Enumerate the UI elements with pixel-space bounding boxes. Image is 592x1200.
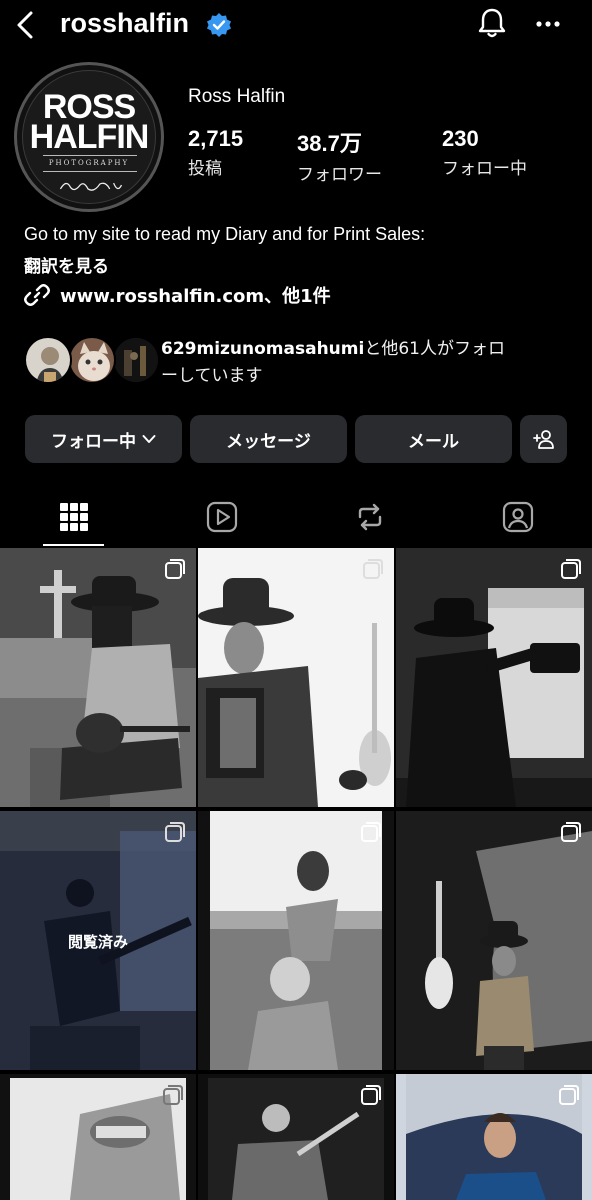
reels-icon bbox=[206, 501, 238, 533]
grid-post[interactable] bbox=[198, 548, 394, 807]
stat-following-label: フォロー中 bbox=[442, 159, 527, 179]
stat-following-value: 230 bbox=[442, 126, 479, 151]
avatar-logo: ROSS HALFIN PHOTOGRAPHY bbox=[22, 70, 156, 204]
stat-following[interactable]: 230 フォロー中 bbox=[442, 126, 527, 179]
grid-post-seen[interactable]: 閲覧済み bbox=[0, 811, 196, 1070]
tab-reposts[interactable] bbox=[296, 486, 444, 548]
logo-text-photography: PHOTOGRAPHY bbox=[48, 159, 130, 167]
tab-posts-grid[interactable] bbox=[0, 486, 148, 548]
multiple-photos-icon bbox=[165, 822, 185, 842]
multiple-photos-icon bbox=[561, 822, 581, 842]
suggested-users-button[interactable] bbox=[520, 415, 567, 463]
tab-reels[interactable] bbox=[148, 486, 296, 548]
stat-followers[interactable]: 38.7万 フォロワー bbox=[297, 126, 382, 185]
stat-posts-value: 2,715 bbox=[188, 126, 244, 151]
email-button-label: メール bbox=[408, 431, 459, 452]
reposts-icon bbox=[358, 503, 382, 531]
profile-tabs bbox=[0, 486, 592, 548]
multiple-photos-icon bbox=[361, 822, 381, 842]
grid-post[interactable] bbox=[0, 1074, 196, 1200]
grid-post[interactable] bbox=[396, 811, 592, 1070]
link-icon bbox=[24, 284, 50, 306]
following-button[interactable]: フォロー中 bbox=[25, 415, 182, 463]
website-link[interactable]: www.rosshalfin.com、他1件 bbox=[24, 282, 331, 308]
grid-post[interactable] bbox=[396, 548, 592, 807]
signature-icon bbox=[59, 182, 123, 191]
mutual-username: 629mizunomasahumi bbox=[161, 339, 365, 359]
tab-tagged[interactable] bbox=[444, 486, 592, 548]
verified-badge-icon bbox=[207, 13, 231, 37]
message-button[interactable]: メッセージ bbox=[190, 415, 347, 463]
mutual-followers-text[interactable]: 629mizunomasahumiと他61人がフォロ ーしています bbox=[161, 336, 571, 390]
mutual-follower-avatars[interactable] bbox=[24, 336, 160, 384]
mutual-avatar bbox=[112, 336, 160, 384]
logo-rule bbox=[43, 171, 137, 172]
mutual-suffix: と他61人がフォロ bbox=[364, 339, 505, 359]
mutual-line2: ーしています bbox=[161, 366, 263, 386]
post-photo bbox=[0, 548, 196, 807]
multiple-photos-icon bbox=[559, 1085, 579, 1105]
post-photo bbox=[198, 548, 394, 807]
logo-text-halfin: HALFIN bbox=[29, 118, 150, 156]
grid-icon bbox=[60, 503, 88, 531]
mutual-avatar bbox=[24, 336, 72, 384]
stat-followers-label: フォロワー bbox=[297, 165, 382, 185]
posts-grid: 閲覧済み bbox=[0, 548, 592, 1200]
multiple-photos-icon bbox=[165, 559, 185, 579]
post-photo bbox=[198, 811, 394, 1070]
top-bar: rosshalfin bbox=[0, 0, 592, 50]
stat-posts[interactable]: 2,715 投稿 bbox=[188, 126, 243, 179]
grid-post[interactable] bbox=[396, 1074, 592, 1200]
post-photo bbox=[396, 811, 592, 1070]
bell-icon[interactable] bbox=[476, 6, 508, 40]
more-dots-icon[interactable] bbox=[534, 10, 562, 38]
grid-post[interactable] bbox=[198, 1074, 394, 1200]
tagged-icon bbox=[502, 501, 534, 533]
add-person-icon bbox=[532, 430, 554, 449]
grid-post[interactable] bbox=[198, 811, 394, 1070]
multiple-photos-icon bbox=[363, 559, 383, 579]
multiple-photos-icon bbox=[561, 559, 581, 579]
bio-text: Go to my site to read my Diary and for P… bbox=[24, 224, 426, 244]
translate-link[interactable]: 翻訳を見る bbox=[24, 252, 109, 277]
display-name: Ross Halfin bbox=[188, 86, 286, 107]
grid-post[interactable] bbox=[0, 548, 196, 807]
website-link-text: www.rosshalfin.com、他1件 bbox=[60, 286, 331, 307]
profile-avatar[interactable]: ROSS HALFIN PHOTOGRAPHY bbox=[14, 62, 164, 212]
email-button[interactable]: メール bbox=[355, 415, 512, 463]
active-tab-indicator bbox=[43, 544, 104, 546]
post-photo bbox=[396, 548, 592, 807]
chevron-down-icon bbox=[142, 435, 156, 443]
following-button-label: フォロー中 bbox=[51, 431, 136, 452]
stat-followers-value: 38.7万 bbox=[297, 131, 362, 156]
seen-label: 閲覧済み bbox=[67, 933, 128, 951]
mutual-avatar bbox=[68, 336, 116, 384]
profile-username: rosshalfin bbox=[60, 8, 190, 38]
logo-rule bbox=[43, 155, 137, 156]
multiple-photos-icon bbox=[361, 1085, 381, 1105]
stat-posts-label: 投稿 bbox=[188, 159, 222, 179]
back-chevron-icon[interactable] bbox=[14, 10, 36, 40]
multiple-photos-icon bbox=[163, 1085, 183, 1105]
message-button-label: メッセージ bbox=[226, 431, 311, 452]
